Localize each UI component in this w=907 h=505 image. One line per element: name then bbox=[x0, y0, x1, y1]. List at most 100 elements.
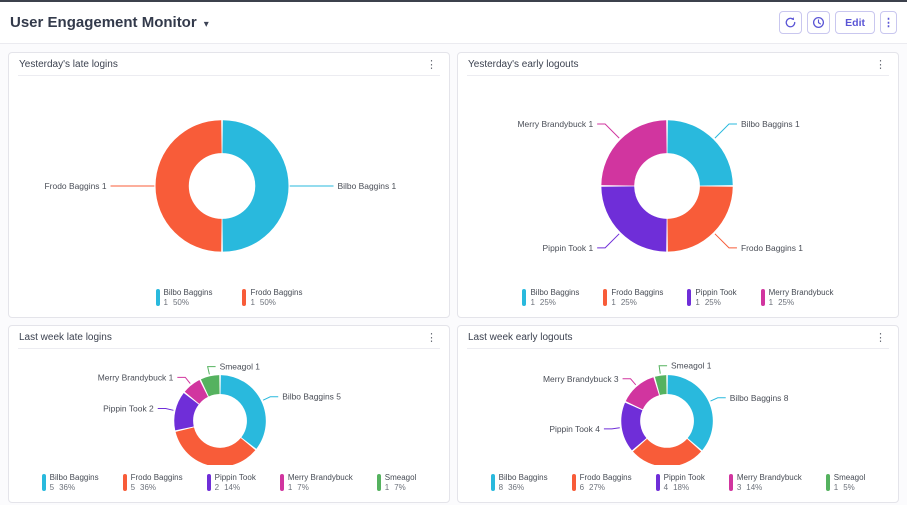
legend-swatch bbox=[242, 289, 246, 306]
legend-value: 125% bbox=[695, 298, 736, 308]
legend-item[interactable]: Frodo Baggins150% bbox=[242, 288, 302, 308]
legend-item[interactable]: Bilbo Baggins150% bbox=[156, 288, 213, 308]
callout-line bbox=[177, 377, 190, 383]
legend-item[interactable]: Merry Brandybuck125% bbox=[761, 288, 834, 308]
donut-chart: Bilbo Baggins 8Frodo Baggins 6Pippin Too… bbox=[458, 349, 898, 473]
donut-svg: Bilbo Baggins 1 Frodo Baggins 1 bbox=[9, 76, 449, 280]
legend-value: 418% bbox=[664, 483, 705, 493]
panel-header: Yesterday's late logins ⋮ bbox=[18, 53, 440, 76]
donut-slice[interactable] bbox=[156, 120, 222, 251]
panel-title: Yesterday's early logouts bbox=[468, 59, 579, 70]
legend-value: 150% bbox=[250, 298, 302, 308]
legend-name: Merry Brandybuck bbox=[737, 473, 802, 483]
legend-item[interactable]: Bilbo Baggins836% bbox=[491, 473, 548, 493]
page-title: User Engagement Monitor bbox=[10, 14, 197, 31]
legend-value: 536% bbox=[131, 483, 183, 493]
donut-slice[interactable] bbox=[633, 439, 701, 465]
legend-item[interactable]: Bilbo Baggins125% bbox=[522, 288, 579, 308]
legend-name: Smeagol bbox=[834, 473, 866, 483]
panel-header: Yesterday's early logouts ⋮ bbox=[467, 53, 889, 76]
legend-item[interactable]: Merry Brandybuck314% bbox=[729, 473, 802, 493]
legend-item[interactable]: Smeagol17% bbox=[377, 473, 417, 493]
panel-menu-button[interactable]: ⋮ bbox=[424, 60, 439, 70]
donut-chart: Bilbo Baggins 1 Frodo Baggins 1 bbox=[9, 76, 449, 288]
chart-legend: Bilbo Baggins536%Frodo Baggins536%Pippin… bbox=[9, 473, 449, 493]
legend-swatch bbox=[123, 474, 127, 491]
donut-slice[interactable] bbox=[668, 375, 713, 450]
legend-item[interactable]: Smeagol15% bbox=[826, 473, 866, 493]
chevron-down-icon[interactable]: ▾ bbox=[204, 16, 209, 30]
panel-menu-button[interactable]: ⋮ bbox=[873, 333, 888, 343]
callout-line bbox=[158, 409, 174, 411]
slice-callout-label: Bilbo Baggins 1 bbox=[338, 181, 397, 191]
chart-legend: Bilbo Baggins836% Frodo Baggins627% Pippin… bbox=[458, 473, 898, 493]
legend-swatch bbox=[207, 474, 211, 491]
legend-item[interactable]: Frodo Baggins536% bbox=[123, 473, 183, 493]
donut-svg: Bilbo Baggins 5Frodo Baggins 5Pippin Too… bbox=[9, 349, 449, 465]
legend-name: Frodo Baggins bbox=[131, 473, 183, 483]
donut-slice[interactable] bbox=[176, 427, 256, 465]
panel-yesterdays-early-logouts: Yesterday's early logouts ⋮ Bilbo Baggin… bbox=[457, 52, 899, 318]
legend-name: Bilbo Baggins bbox=[499, 473, 548, 483]
legend-item[interactable]: Pippin Took418% bbox=[656, 473, 705, 493]
legend-value: 836% bbox=[499, 483, 548, 493]
dashboard-header: User Engagement Monitor ▾ Edit ⋮ bbox=[0, 2, 907, 44]
slice-callout-label: Bilbo Baggins 5 bbox=[282, 392, 341, 402]
panel-menu-button[interactable]: ⋮ bbox=[424, 333, 439, 343]
slice-callout-label: Frodo Baggins 1 bbox=[45, 181, 107, 191]
legend-value: 125% bbox=[530, 298, 579, 308]
donut-chart: Bilbo Baggins 5Frodo Baggins 5Pippin Too… bbox=[9, 349, 449, 473]
donut-slice[interactable] bbox=[221, 375, 266, 449]
legend-name: Merry Brandybuck bbox=[769, 288, 834, 298]
panel-header: Last week late logins ⋮ bbox=[18, 326, 440, 349]
legend-name: Frodo Baggins bbox=[250, 288, 302, 298]
legend-name: Merry Brandybuck bbox=[288, 473, 353, 483]
callout-line bbox=[604, 428, 620, 429]
chart-legend: Bilbo Baggins125% Frodo Baggins125% Pippin… bbox=[458, 288, 898, 308]
callout-line bbox=[623, 379, 636, 385]
slice-callout-label: Smeagol 1 bbox=[220, 362, 261, 372]
legend-item[interactable]: Merry Brandybuck17% bbox=[280, 473, 353, 493]
legend-name: Pippin Took bbox=[664, 473, 705, 483]
legend-swatch bbox=[280, 474, 284, 491]
legend-swatch bbox=[377, 474, 381, 491]
panel-header: Last week early logouts ⋮ bbox=[467, 326, 889, 349]
slice-callout-label: Merry Brandybuck 3 bbox=[543, 374, 619, 384]
legend-item[interactable]: Frodo Baggins125% bbox=[603, 288, 663, 308]
donut-slice[interactable] bbox=[626, 377, 659, 409]
legend-value: 125% bbox=[611, 298, 663, 308]
slice-callout-label: Pippin Took 1 bbox=[543, 243, 594, 253]
donut-slice[interactable] bbox=[222, 120, 288, 251]
panel-title: Last week early logouts bbox=[468, 332, 573, 343]
legend-swatch bbox=[491, 474, 495, 491]
slice-callout-label: Bilbo Baggins 1 bbox=[741, 119, 800, 129]
legend-item[interactable]: Bilbo Baggins536% bbox=[42, 473, 99, 493]
callout-line bbox=[711, 398, 726, 401]
legend-value: 17% bbox=[385, 483, 417, 493]
header-kebab-button[interactable]: ⋮ bbox=[880, 11, 897, 34]
callout-line bbox=[263, 397, 278, 400]
panel-last-week-late-logins: Last week late logins ⋮ Bilbo Baggins 5F… bbox=[8, 325, 450, 503]
legend-swatch bbox=[42, 474, 46, 491]
slice-callout-label: Frodo Baggins 1 bbox=[741, 243, 803, 253]
callout-line bbox=[715, 124, 737, 138]
legend-swatch bbox=[729, 474, 733, 491]
legend-swatch bbox=[826, 474, 830, 491]
legend-swatch bbox=[656, 474, 660, 491]
schedule-button[interactable] bbox=[807, 11, 830, 34]
legend-value: 314% bbox=[737, 483, 802, 493]
legend-swatch bbox=[572, 474, 576, 491]
panel-menu-button[interactable]: ⋮ bbox=[873, 60, 888, 70]
legend-item[interactable]: Pippin Took214% bbox=[207, 473, 256, 493]
legend-swatch bbox=[522, 289, 526, 306]
legend-item[interactable]: Pippin Took125% bbox=[687, 288, 736, 308]
dashboard-title-group[interactable]: User Engagement Monitor ▾ bbox=[10, 14, 209, 31]
legend-value: 536% bbox=[50, 483, 99, 493]
edit-button[interactable]: Edit bbox=[835, 11, 875, 34]
legend-item[interactable]: Frodo Baggins627% bbox=[572, 473, 632, 493]
refresh-button[interactable] bbox=[779, 11, 802, 34]
callout-line bbox=[715, 234, 737, 248]
legend-name: Smeagol bbox=[385, 473, 417, 483]
callout-line bbox=[597, 124, 619, 138]
slice-callout-label: Bilbo Baggins 8 bbox=[730, 393, 789, 403]
